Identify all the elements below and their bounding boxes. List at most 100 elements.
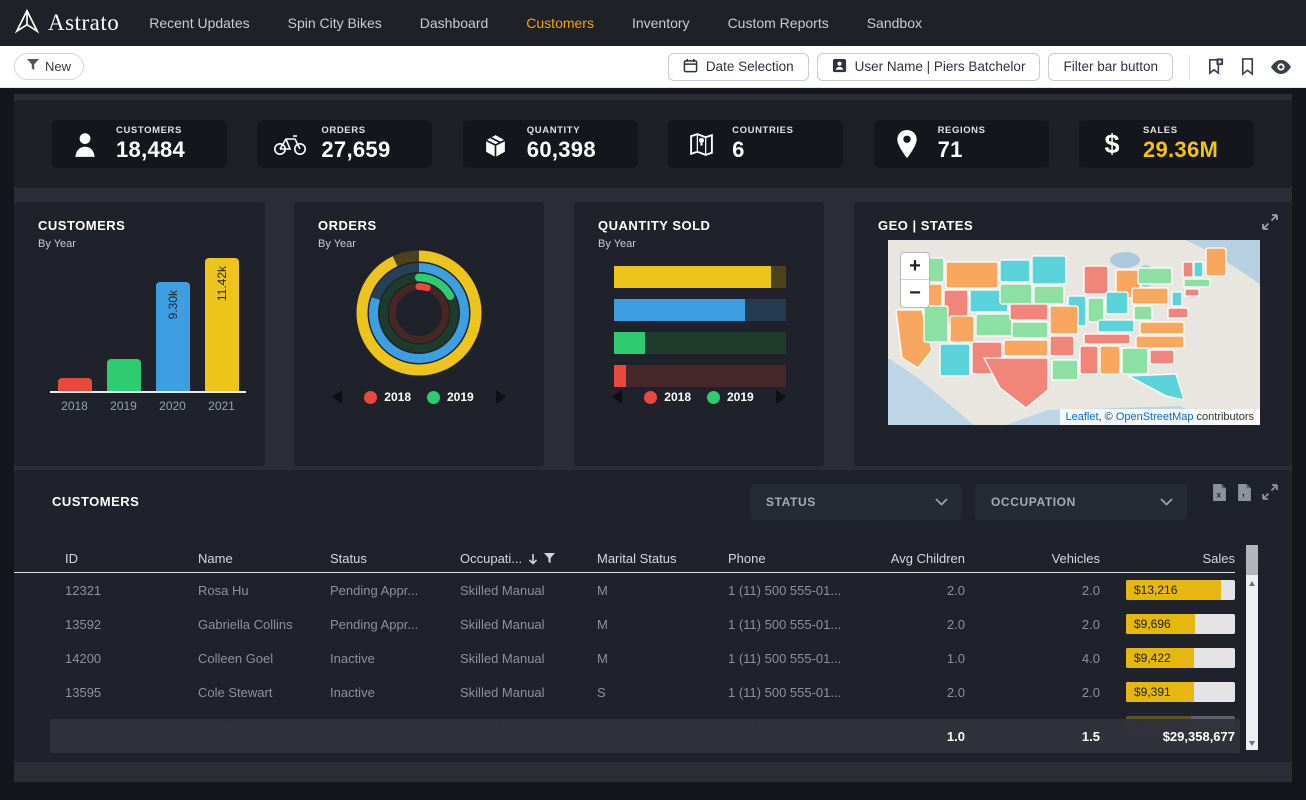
hbar-2018[interactable]: [614, 365, 786, 387]
nav-item-spin-city-bikes[interactable]: Spin City Bikes: [288, 15, 382, 31]
panel-title: QUANTITY SOLD: [598, 218, 710, 233]
hbar-2021[interactable]: [614, 266, 786, 288]
filter-toolbar: New Date Selection User Name | Piers Bat…: [0, 46, 1306, 88]
top-navbar: Astrato Recent Updates Spin City Bikes D…: [0, 0, 1306, 46]
expand-icon[interactable]: [1262, 484, 1278, 501]
kpi-label: REGIONS: [938, 125, 986, 136]
legend-dot-2018: [364, 391, 377, 404]
package-icon: [479, 131, 513, 158]
kpi-value: 29.36M: [1143, 137, 1218, 163]
table-row[interactable]: 12321Rosa Hu Pending Appr...Skilled Manu…: [14, 573, 1235, 607]
legend-prev-arrow[interactable]: [332, 390, 342, 404]
legend-dot-2018: [644, 391, 657, 404]
col-id[interactable]: ID: [65, 551, 198, 566]
nav-item-custom-reports[interactable]: Custom Reports: [728, 15, 829, 31]
legend-item-2018[interactable]: 2018: [364, 390, 411, 404]
kpi-value: 6: [732, 137, 793, 163]
nav-item-customers[interactable]: Customers: [526, 15, 594, 31]
legend-item-2018[interactable]: 2018: [644, 390, 691, 404]
date-selection-button[interactable]: Date Selection: [668, 53, 809, 81]
export-excel-icon[interactable]: x: [1212, 484, 1227, 501]
legend-prev-arrow[interactable]: [612, 390, 622, 404]
brand[interactable]: Astrato: [14, 8, 119, 39]
filter-bar-button[interactable]: Filter bar button: [1048, 53, 1173, 81]
bar-2021[interactable]: 11.42k: [205, 258, 239, 391]
donut-chart[interactable]: [349, 243, 489, 388]
leaflet-link[interactable]: Leaflet: [1066, 411, 1099, 423]
panel-quantity-sold: QUANTITY SOLD By Year 2018 2019: [574, 202, 824, 466]
app-root: Astrato Recent Updates Spin City Bikes D…: [0, 0, 1306, 800]
zoom-in-button[interactable]: +: [901, 253, 929, 280]
scrollbar-thumb[interactable]: [1246, 545, 1258, 575]
expand-icon[interactable]: [1262, 214, 1278, 235]
status-dropdown[interactable]: STATUS: [750, 484, 962, 520]
dollar-icon: $: [1095, 129, 1129, 160]
sort-desc-icon[interactable]: [528, 553, 538, 565]
panel-title: CUSTOMERS: [38, 218, 125, 233]
table-row[interactable]: 13595Cole Stewart InactiveSkilled Manual…: [14, 675, 1235, 709]
legend-item-2019[interactable]: 2019: [427, 390, 474, 404]
kpi-value: 27,659: [321, 137, 390, 163]
kpi-sales: $ SALES 29.36M: [1079, 120, 1254, 168]
bar-2018[interactable]: [58, 378, 92, 391]
astrato-logo-icon: [14, 8, 40, 39]
legend-item-2019[interactable]: 2019: [707, 390, 754, 404]
bookmark-add-icon[interactable]: [1206, 57, 1225, 76]
eye-icon[interactable]: [1270, 59, 1292, 75]
col-occupation[interactable]: Occupati...: [460, 551, 597, 566]
pin-icon: [890, 130, 924, 158]
col-avg-children[interactable]: Avg Children: [870, 551, 965, 566]
map-zoom-control: + −: [900, 252, 930, 308]
filter-funnel-icon[interactable]: [544, 553, 555, 564]
panel-customers-by-year: CUSTOMERS By Year 9.30k 11.42k 2018 2019…: [14, 202, 265, 466]
panel-subtitle: By Year: [598, 238, 636, 250]
user-name-button[interactable]: User Name | Piers Batchelor: [817, 53, 1041, 81]
legend-label: 2019: [447, 390, 474, 404]
kpi-orders: ORDERS 27,659: [257, 120, 432, 168]
occupation-dropdown[interactable]: OCCUPATION: [975, 484, 1187, 520]
table-row[interactable]: 13592Gabriella Collins Pending Appr...Sk…: [14, 607, 1235, 641]
legend-next-arrow[interactable]: [776, 390, 786, 404]
col-status[interactable]: Status: [330, 551, 460, 566]
nav-item-inventory[interactable]: Inventory: [632, 15, 690, 31]
bar-2019[interactable]: [107, 359, 141, 391]
col-marital-status[interactable]: Marital Status: [597, 551, 728, 566]
scroll-up-arrow[interactable]: [1249, 581, 1255, 586]
nav-item-dashboard[interactable]: Dashboard: [420, 15, 489, 31]
kpi-value: 18,484: [116, 137, 185, 163]
toolbar-right: Date Selection User Name | Piers Batchel…: [668, 53, 1292, 81]
bookmark-icon[interactable]: [1239, 57, 1256, 76]
osm-link[interactable]: OpenStreetMap: [1116, 411, 1194, 423]
export-csv-icon[interactable]: ,: [1237, 484, 1252, 501]
table-title: CUSTOMERS: [52, 494, 139, 509]
kpi-label: ORDERS: [321, 125, 390, 136]
tick-2021: 2021: [208, 399, 235, 413]
col-name[interactable]: Name: [198, 551, 330, 566]
zoom-out-button[interactable]: −: [901, 280, 929, 307]
nav-item-sandbox[interactable]: Sandbox: [867, 15, 922, 31]
legend-dot-2019: [707, 391, 720, 404]
table-totals-row: 1.0 1.5 $29,358,677: [50, 719, 1240, 753]
legend-label: 2019: [727, 390, 754, 404]
person-icon: [68, 130, 102, 158]
map-attribution: Leaflet, © OpenStreetMap contributors: [1060, 409, 1261, 425]
col-phone[interactable]: Phone: [728, 551, 870, 566]
new-filter-chip[interactable]: New: [14, 53, 84, 80]
leaflet-map[interactable]: + − Leaflet, © OpenStreetMap contributor…: [888, 240, 1260, 425]
toolbar-divider: [1189, 55, 1190, 79]
col-occupation-label: Occupati...: [460, 551, 522, 566]
scroll-down-arrow[interactable]: [1249, 741, 1255, 746]
sales-bar: $9,696: [1126, 614, 1235, 634]
table-row[interactable]: 14200Colleen Goel InactiveSkilled Manual…: [14, 641, 1235, 675]
col-sales[interactable]: Sales: [1100, 551, 1235, 566]
nav-item-recent-updates[interactable]: Recent Updates: [149, 15, 249, 31]
legend-pager: 2018 2019: [574, 390, 824, 404]
hbar-2019[interactable]: [614, 332, 786, 354]
panel-customers-table: CUSTOMERS STATUS OCCUPATION x ,: [14, 470, 1292, 762]
bar-2020[interactable]: 9.30k: [156, 282, 190, 391]
col-vehicles[interactable]: Vehicles: [965, 551, 1100, 566]
kpi-quantity: QUANTITY 60,398: [463, 120, 638, 168]
table-scrollbar[interactable]: [1246, 545, 1258, 750]
legend-next-arrow[interactable]: [496, 390, 506, 404]
hbar-2020[interactable]: [614, 299, 786, 321]
